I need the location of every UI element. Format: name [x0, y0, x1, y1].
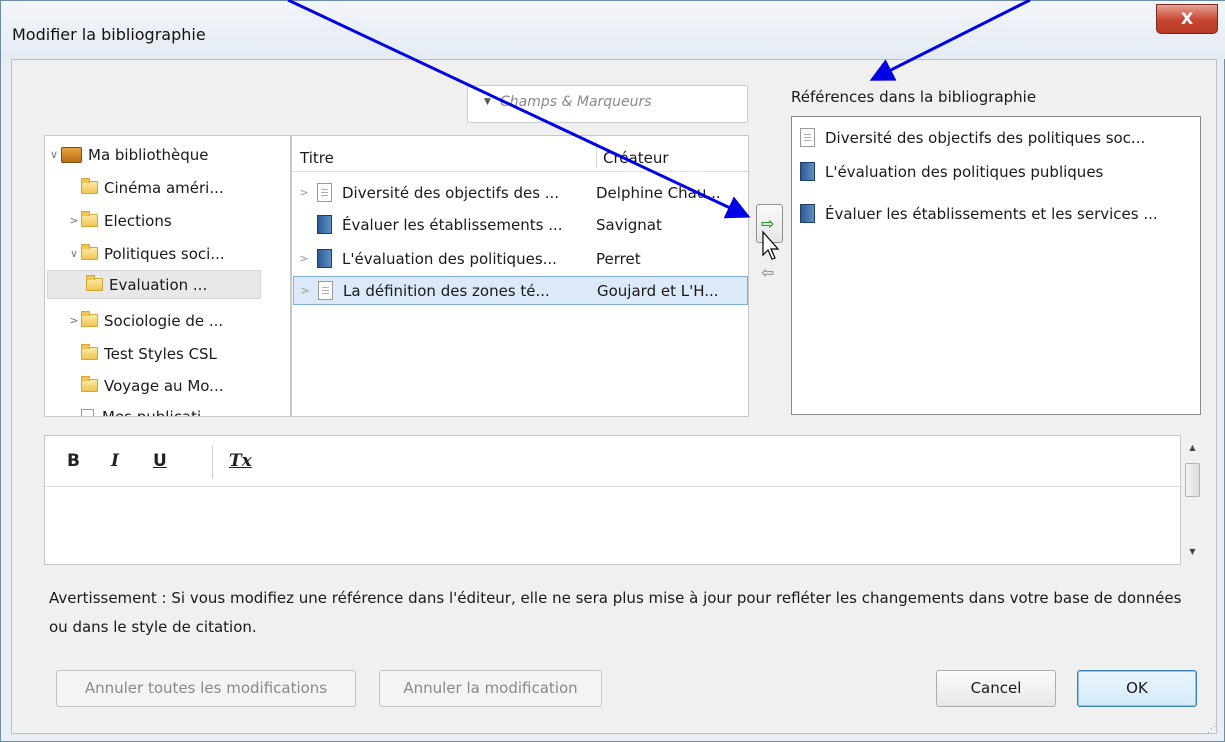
editor-toolbar: B I U Tx	[45, 436, 1180, 487]
bold-button[interactable]: B	[67, 451, 80, 471]
list-item[interactable]: Diversité des objectifs des politiques s…	[792, 123, 1200, 152]
column-header-title[interactable]: Titre	[300, 149, 334, 167]
collapse-icon[interactable]: ∨	[67, 247, 81, 260]
toolbar-divider	[212, 445, 213, 479]
tree-item-label: Elections	[104, 211, 172, 230]
tree-item-collection[interactable]: ∨ Politiques soci...	[67, 239, 277, 268]
close-button[interactable]: X	[1156, 4, 1218, 34]
item-title: Diversité des objectifs des ...	[342, 183, 560, 202]
item-title: La définition des zones té...	[343, 281, 550, 300]
item-creator: Perret	[596, 249, 641, 268]
tree-item-label: Evaluation ...	[109, 275, 208, 294]
items-table[interactable]: Titre Créateur > Diversité des objectifs…	[291, 135, 749, 417]
tree-item-collection[interactable]: Test Styles CSL	[67, 339, 277, 368]
close-icon: X	[1180, 9, 1194, 28]
book-icon	[800, 204, 815, 223]
references-label: Références dans la bibliographie	[791, 88, 1037, 106]
tree-item-selected-collection[interactable]: Evaluation ...	[47, 270, 261, 299]
scroll-up-icon[interactable]: ▲	[1182, 443, 1203, 452]
folder-icon	[81, 311, 98, 327]
book-icon	[800, 162, 815, 181]
editor-scrollbar[interactable]: ▲ ▼	[1182, 435, 1204, 565]
title-bar[interactable]: Modifier la bibliographie X	[1, 1, 1225, 59]
tree-item-label: Voyage au Mo...	[104, 376, 224, 395]
publications-icon	[81, 408, 94, 416]
remove-from-bibliography-button[interactable]: ⇦	[761, 263, 774, 282]
folder-icon	[81, 244, 98, 260]
expand-icon[interactable]: >	[297, 252, 311, 265]
document-icon	[318, 281, 333, 300]
table-header: Titre Créateur	[292, 136, 748, 172]
ok-button[interactable]: OK	[1077, 670, 1197, 707]
references-list[interactable]: Diversité des objectifs des politiques s…	[791, 116, 1201, 415]
item-creator: Goujard et L'H...	[597, 281, 719, 300]
italic-button[interactable]: I	[111, 451, 119, 471]
scroll-down-icon[interactable]: ▼	[1182, 547, 1203, 556]
tree-item-collection[interactable]: Cinéma améri...	[67, 173, 277, 202]
tree-item-label: Ma bibliothèque	[88, 145, 209, 164]
list-item[interactable]: Évaluer les établissements et les servic…	[792, 199, 1200, 228]
warning-text: Avertissement : Si vous modifiez une réf…	[49, 589, 1182, 636]
tree-item-label: Cinéma améri...	[104, 178, 224, 197]
reference-title: Évaluer les établissements et les servic…	[825, 204, 1158, 223]
collection-tree[interactable]: ∨ Ma bibliothèque Cinéma améri... > Elec…	[44, 135, 291, 417]
document-icon	[317, 183, 332, 202]
column-divider[interactable]	[596, 142, 597, 168]
tree-item-label: Sociologie de ...	[104, 311, 224, 330]
reference-title: L'évaluation des politiques publiques	[825, 162, 1104, 181]
item-title: L'évaluation des politiques...	[342, 249, 557, 268]
tree-item-collection[interactable]: > Sociologie de ...	[67, 306, 277, 335]
citation-editor: B I U Tx	[44, 435, 1181, 565]
arrow-right-icon: ⇨	[761, 214, 775, 233]
column-header-creator[interactable]: Créateur	[603, 149, 669, 167]
tree-item-my-library[interactable]: ∨ Ma bibliothèque	[47, 140, 275, 169]
add-to-bibliography-button[interactable]: ⇨	[756, 204, 783, 243]
search-input[interactable]: ▼ Champs & Marqueurs	[467, 85, 748, 123]
underline-button[interactable]: U	[153, 451, 167, 471]
folder-icon	[86, 275, 103, 291]
table-row-selected[interactable]: > La définition des zones té... Goujard …	[293, 276, 748, 305]
revert-all-button[interactable]: Annuler toutes les modifications	[56, 670, 356, 707]
folder-icon	[81, 376, 98, 392]
dropdown-arrow-icon[interactable]: ▼	[484, 97, 491, 107]
resize-grip-icon[interactable]: ⋰	[1207, 725, 1216, 735]
revert-button[interactable]: Annuler la modification	[379, 670, 602, 707]
editor-text-area[interactable]	[45, 488, 1180, 564]
book-icon	[317, 215, 332, 234]
folder-icon	[81, 178, 98, 194]
expand-icon[interactable]: >	[67, 314, 81, 327]
tree-item-label: Politiques soci...	[104, 244, 225, 263]
table-row[interactable]: > L'évaluation des politiques... Perret	[293, 244, 748, 273]
search-placeholder: Champs & Marqueurs	[500, 94, 652, 110]
library-icon	[61, 146, 82, 163]
item-creator: Savignat	[596, 215, 662, 234]
expand-icon[interactable]: >	[297, 186, 311, 199]
document-icon	[800, 128, 815, 147]
table-row[interactable]: > Diversité des objectifs des ... Delphi…	[293, 178, 748, 207]
scroll-thumb[interactable]	[1185, 463, 1200, 497]
window-title: Modifier la bibliographie	[12, 25, 206, 44]
reference-title: Diversité des objectifs des politiques s…	[825, 128, 1146, 147]
dialog-window: Modifier la bibliographie X ▼ Champs & M…	[0, 0, 1225, 742]
tree-item-collection[interactable]: Voyage au Mo...	[67, 371, 277, 400]
folder-icon	[81, 344, 98, 360]
tree-item-collection[interactable]: > Elections	[67, 206, 277, 235]
book-icon	[317, 249, 332, 268]
tree-item-label: Mes publicati...	[102, 407, 216, 417]
expand-icon[interactable]: >	[67, 214, 81, 227]
cancel-button[interactable]: Cancel	[936, 670, 1056, 707]
item-creator: Delphine Chau...	[596, 183, 721, 202]
expand-icon[interactable]: >	[298, 284, 312, 297]
clear-format-button[interactable]: Tx	[229, 451, 252, 471]
tree-item-my-publications[interactable]: Mes publicati...	[67, 402, 277, 417]
expand-icon[interactable]: ∨	[47, 148, 61, 161]
list-item[interactable]: L'évaluation des politiques publiques	[792, 157, 1200, 186]
folder-icon	[81, 211, 98, 227]
table-row[interactable]: Évaluer les établissements ... Savignat	[293, 210, 748, 239]
item-title: Évaluer les établissements ...	[342, 215, 563, 234]
tree-item-label: Test Styles CSL	[104, 344, 217, 363]
